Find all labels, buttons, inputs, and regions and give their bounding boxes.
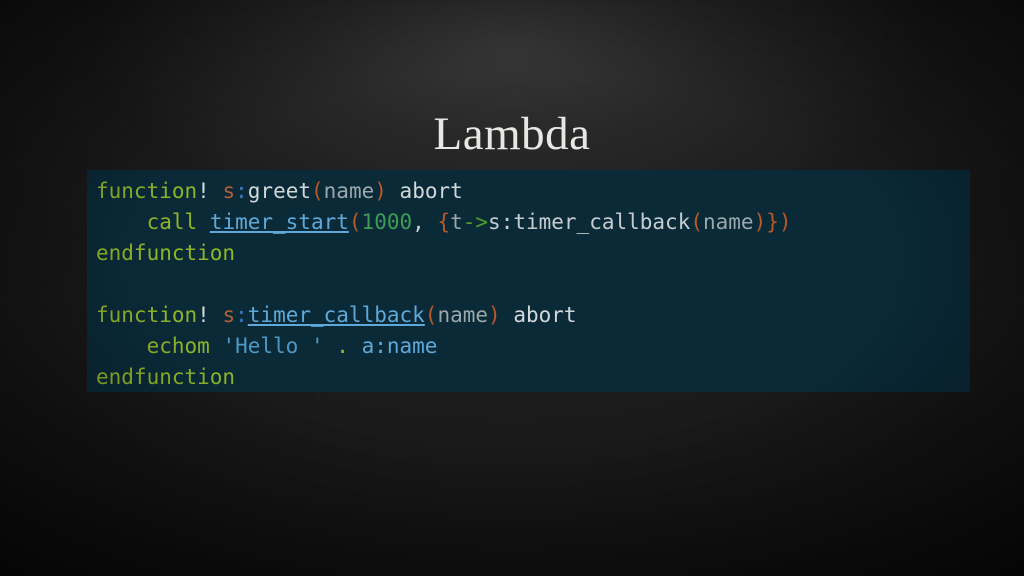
code-token-arg: t bbox=[450, 210, 463, 234]
code-token-plain: abort bbox=[513, 303, 577, 327]
code-token-paren: ) bbox=[374, 179, 387, 203]
code-token-colon: : bbox=[235, 303, 248, 327]
code-token-var: a:name bbox=[361, 334, 438, 358]
code-token-func-link: timer_callback bbox=[247, 303, 425, 327]
presentation-slide: Lambda function! s:greet(name) abort cal… bbox=[0, 0, 1024, 576]
code-token-keyword: function bbox=[96, 179, 198, 203]
page-title: Lambda bbox=[433, 108, 591, 161]
code-token-paren: ) bbox=[753, 210, 767, 234]
code-token-keyword: echom bbox=[146, 334, 210, 358]
code-line: function! s:greet(name) abort bbox=[87, 176, 970, 207]
code-token-paren: ( bbox=[424, 303, 438, 327]
code-token-comma: , bbox=[412, 210, 425, 234]
code-token-keyword: call bbox=[146, 210, 198, 234]
code-token-string: 'Hello ' bbox=[222, 334, 324, 358]
code-token-arrow: -> bbox=[462, 210, 489, 234]
code-token-plain: abort bbox=[399, 179, 463, 203]
code-line: function! s:timer_callback(name) abort bbox=[87, 300, 970, 331]
code-token-brace: { bbox=[437, 210, 451, 234]
code-token-number: 1000 bbox=[361, 210, 413, 234]
code-token-keyword: endfunction bbox=[96, 241, 236, 265]
code-token-paren: ) bbox=[488, 303, 501, 327]
code-token-keyword: function bbox=[96, 303, 198, 327]
code-token-paren: ( bbox=[348, 210, 362, 234]
code-token-paren: ( bbox=[690, 210, 703, 234]
code-token-bang: ! bbox=[197, 179, 210, 203]
code-token-funcname: greet bbox=[247, 179, 311, 203]
code-token-scope: s bbox=[222, 303, 236, 327]
code-token-paren: ) bbox=[778, 210, 792, 234]
code-token-ident: s:timer_callback bbox=[488, 210, 691, 234]
code-token-arg: name bbox=[437, 303, 489, 327]
code-token-operator: . bbox=[336, 334, 349, 358]
code-token-colon: : bbox=[235, 179, 248, 203]
code-token-keyword: endfunction bbox=[96, 365, 236, 389]
code-token-arg: name bbox=[323, 179, 375, 203]
code-token-bang: ! bbox=[197, 303, 210, 327]
code-block: function! s:greet(name) abort call timer… bbox=[87, 170, 970, 392]
code-token-scope: s bbox=[222, 179, 236, 203]
code-token-arg: name bbox=[703, 210, 754, 234]
code-token-brace: } bbox=[766, 210, 779, 234]
code-token-func-link: timer_start bbox=[209, 210, 349, 234]
code-token-paren: ( bbox=[311, 179, 324, 203]
code-line: endfunction bbox=[87, 238, 970, 269]
code-line: call timer_start(1000, {t->s:timer_callb… bbox=[87, 207, 970, 238]
code-line: echom 'Hello ' . a:name bbox=[87, 331, 970, 362]
code-line: endfunction bbox=[87, 362, 970, 392]
